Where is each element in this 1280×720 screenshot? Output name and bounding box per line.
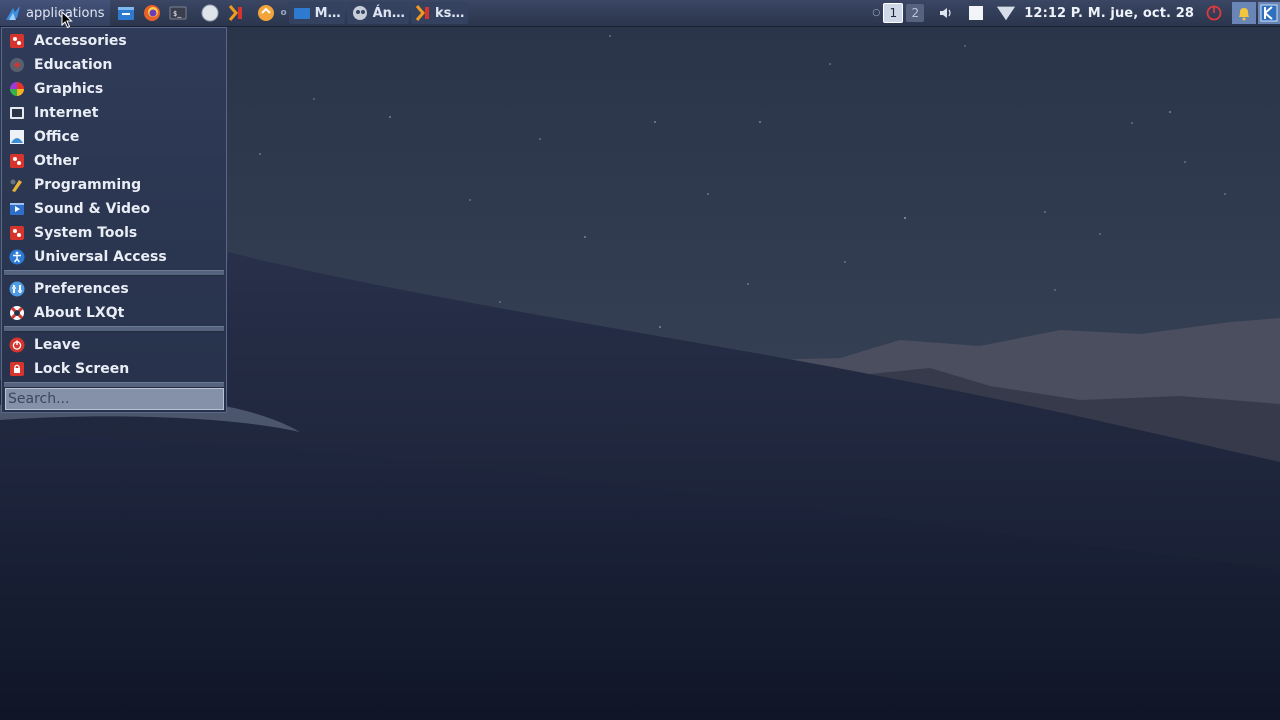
menu-search-input[interactable] <box>5 388 224 410</box>
browser-launcher[interactable] <box>200 3 220 23</box>
taskbar-button-label: ks… <box>434 5 465 21</box>
menu-item-label: Sound & Video <box>34 201 151 217</box>
menu-item-label: Programming <box>34 177 142 193</box>
menu-separator <box>4 326 224 332</box>
application-menu-button[interactable]: applications <box>0 0 111 26</box>
menu-item-office[interactable]: Office <box>4 125 224 149</box>
document-viewer-icon <box>352 6 367 20</box>
menu-item-label: Lock Screen <box>34 361 130 377</box>
firefox-icon <box>144 5 161 21</box>
menu-item-label: Graphics <box>34 81 104 97</box>
file-manager-launcher[interactable] <box>116 3 136 23</box>
workspace-1-button[interactable]: 1 <box>883 3 904 23</box>
menu-item-label: Accessories <box>34 33 127 49</box>
education-icon <box>8 56 26 74</box>
bell-icon <box>1239 8 1249 21</box>
menu-item-universal-access[interactable]: Universal Access <box>4 245 224 269</box>
taskbar-button-label: Án… <box>372 5 405 21</box>
menu-item-about-lxqt[interactable]: About LXQt <box>4 301 224 325</box>
taskbar-button[interactable]: M… <box>288 2 345 24</box>
menu-item-other[interactable]: Other <box>4 149 224 173</box>
workspace-2-button[interactable]: 2 <box>906 4 925 22</box>
clipboard-icon <box>969 6 984 20</box>
menu-item-accessories[interactable]: Accessories <box>4 29 224 53</box>
power-button[interactable] <box>1204 3 1224 23</box>
terminal-launcher[interactable]: $_ <box>168 3 188 23</box>
show-desktop-button[interactable] <box>1258 2 1280 24</box>
menu-item-internet[interactable]: Internet <box>4 101 224 125</box>
svg-text:$_: $_ <box>173 10 182 18</box>
speaker-icon <box>940 8 951 18</box>
updater-icon <box>258 5 275 21</box>
menu-item-label: Education <box>34 57 113 73</box>
taskbar-button-label: M… <box>314 5 341 21</box>
lock-icon <box>8 360 26 378</box>
terminal-icon <box>415 5 429 21</box>
menu-item-education[interactable]: Education <box>4 53 224 77</box>
other-icon <box>8 152 26 170</box>
tray-indicator: ○ <box>872 8 881 18</box>
system-tools-icon <box>8 224 26 242</box>
taskbar-button[interactable]: ks… <box>410 2 469 24</box>
terminal-icon: $_ <box>169 6 187 20</box>
power-icon <box>1206 5 1222 21</box>
menu-item-label: About LXQt <box>34 305 125 321</box>
menu-separator <box>4 270 224 276</box>
menu-item-preferences[interactable]: Preferences <box>4 277 224 301</box>
menu-item-graphics[interactable]: Graphics <box>4 77 224 101</box>
taskbar-button[interactable]: Án… <box>346 2 409 24</box>
preferences-icon <box>8 280 26 298</box>
programming-icon <box>8 176 26 194</box>
folder-icon <box>293 8 310 19</box>
wifi-icon <box>997 6 1016 21</box>
network-button[interactable] <box>996 3 1016 23</box>
menu-item-label: Preferences <box>34 281 129 297</box>
power-icon <box>8 336 26 354</box>
updater-launcher[interactable] <box>256 3 276 23</box>
kde-connect-icon <box>1260 4 1278 22</box>
menu-item-programming[interactable]: Programming <box>4 173 224 197</box>
firefox-launcher[interactable] <box>142 3 162 23</box>
clipboard-button[interactable] <box>966 3 986 23</box>
lifebuoy-icon <box>8 304 26 322</box>
menu-item-lock-screen[interactable]: Lock Screen <box>4 357 224 381</box>
internet-icon <box>8 104 26 122</box>
menu-item-leave[interactable]: Leave <box>4 333 224 357</box>
lxqt-logo-icon <box>6 6 20 20</box>
sound-video-icon <box>8 200 26 218</box>
notifications-button[interactable] <box>1232 2 1256 24</box>
menu-item-label: Office <box>34 129 80 145</box>
panel-separator-dot: o <box>280 8 287 18</box>
menu-item-label: System Tools <box>34 225 138 241</box>
menu-item-system-tools[interactable]: System Tools <box>4 221 224 245</box>
menu-item-label: Universal Access <box>34 249 167 265</box>
globe-icon <box>201 4 219 22</box>
volume-button[interactable] <box>936 3 956 23</box>
graphics-icon <box>8 80 26 98</box>
orange-bracket-icon <box>229 5 243 21</box>
office-icon <box>8 128 26 146</box>
menu-item-sound-video[interactable]: Sound & Video <box>4 197 224 221</box>
accessories-icon <box>8 32 26 50</box>
universal-access-icon <box>8 248 26 266</box>
top-panel: applications $_ o M… Án… ks… ○ 1 2 12:12… <box>0 0 1280 27</box>
file-manager-icon <box>118 7 135 20</box>
application-menu: Accessories Education Graphics Internet … <box>1 27 227 413</box>
mouse-cursor-icon <box>61 11 73 29</box>
menu-item-label: Internet <box>34 105 99 121</box>
menu-item-label: Other <box>34 153 79 169</box>
menu-item-label: Leave <box>34 337 81 353</box>
clock[interactable]: 12:12 P. M. jue, oct. 28 <box>1024 6 1194 21</box>
app-launcher-orange[interactable] <box>226 3 246 23</box>
